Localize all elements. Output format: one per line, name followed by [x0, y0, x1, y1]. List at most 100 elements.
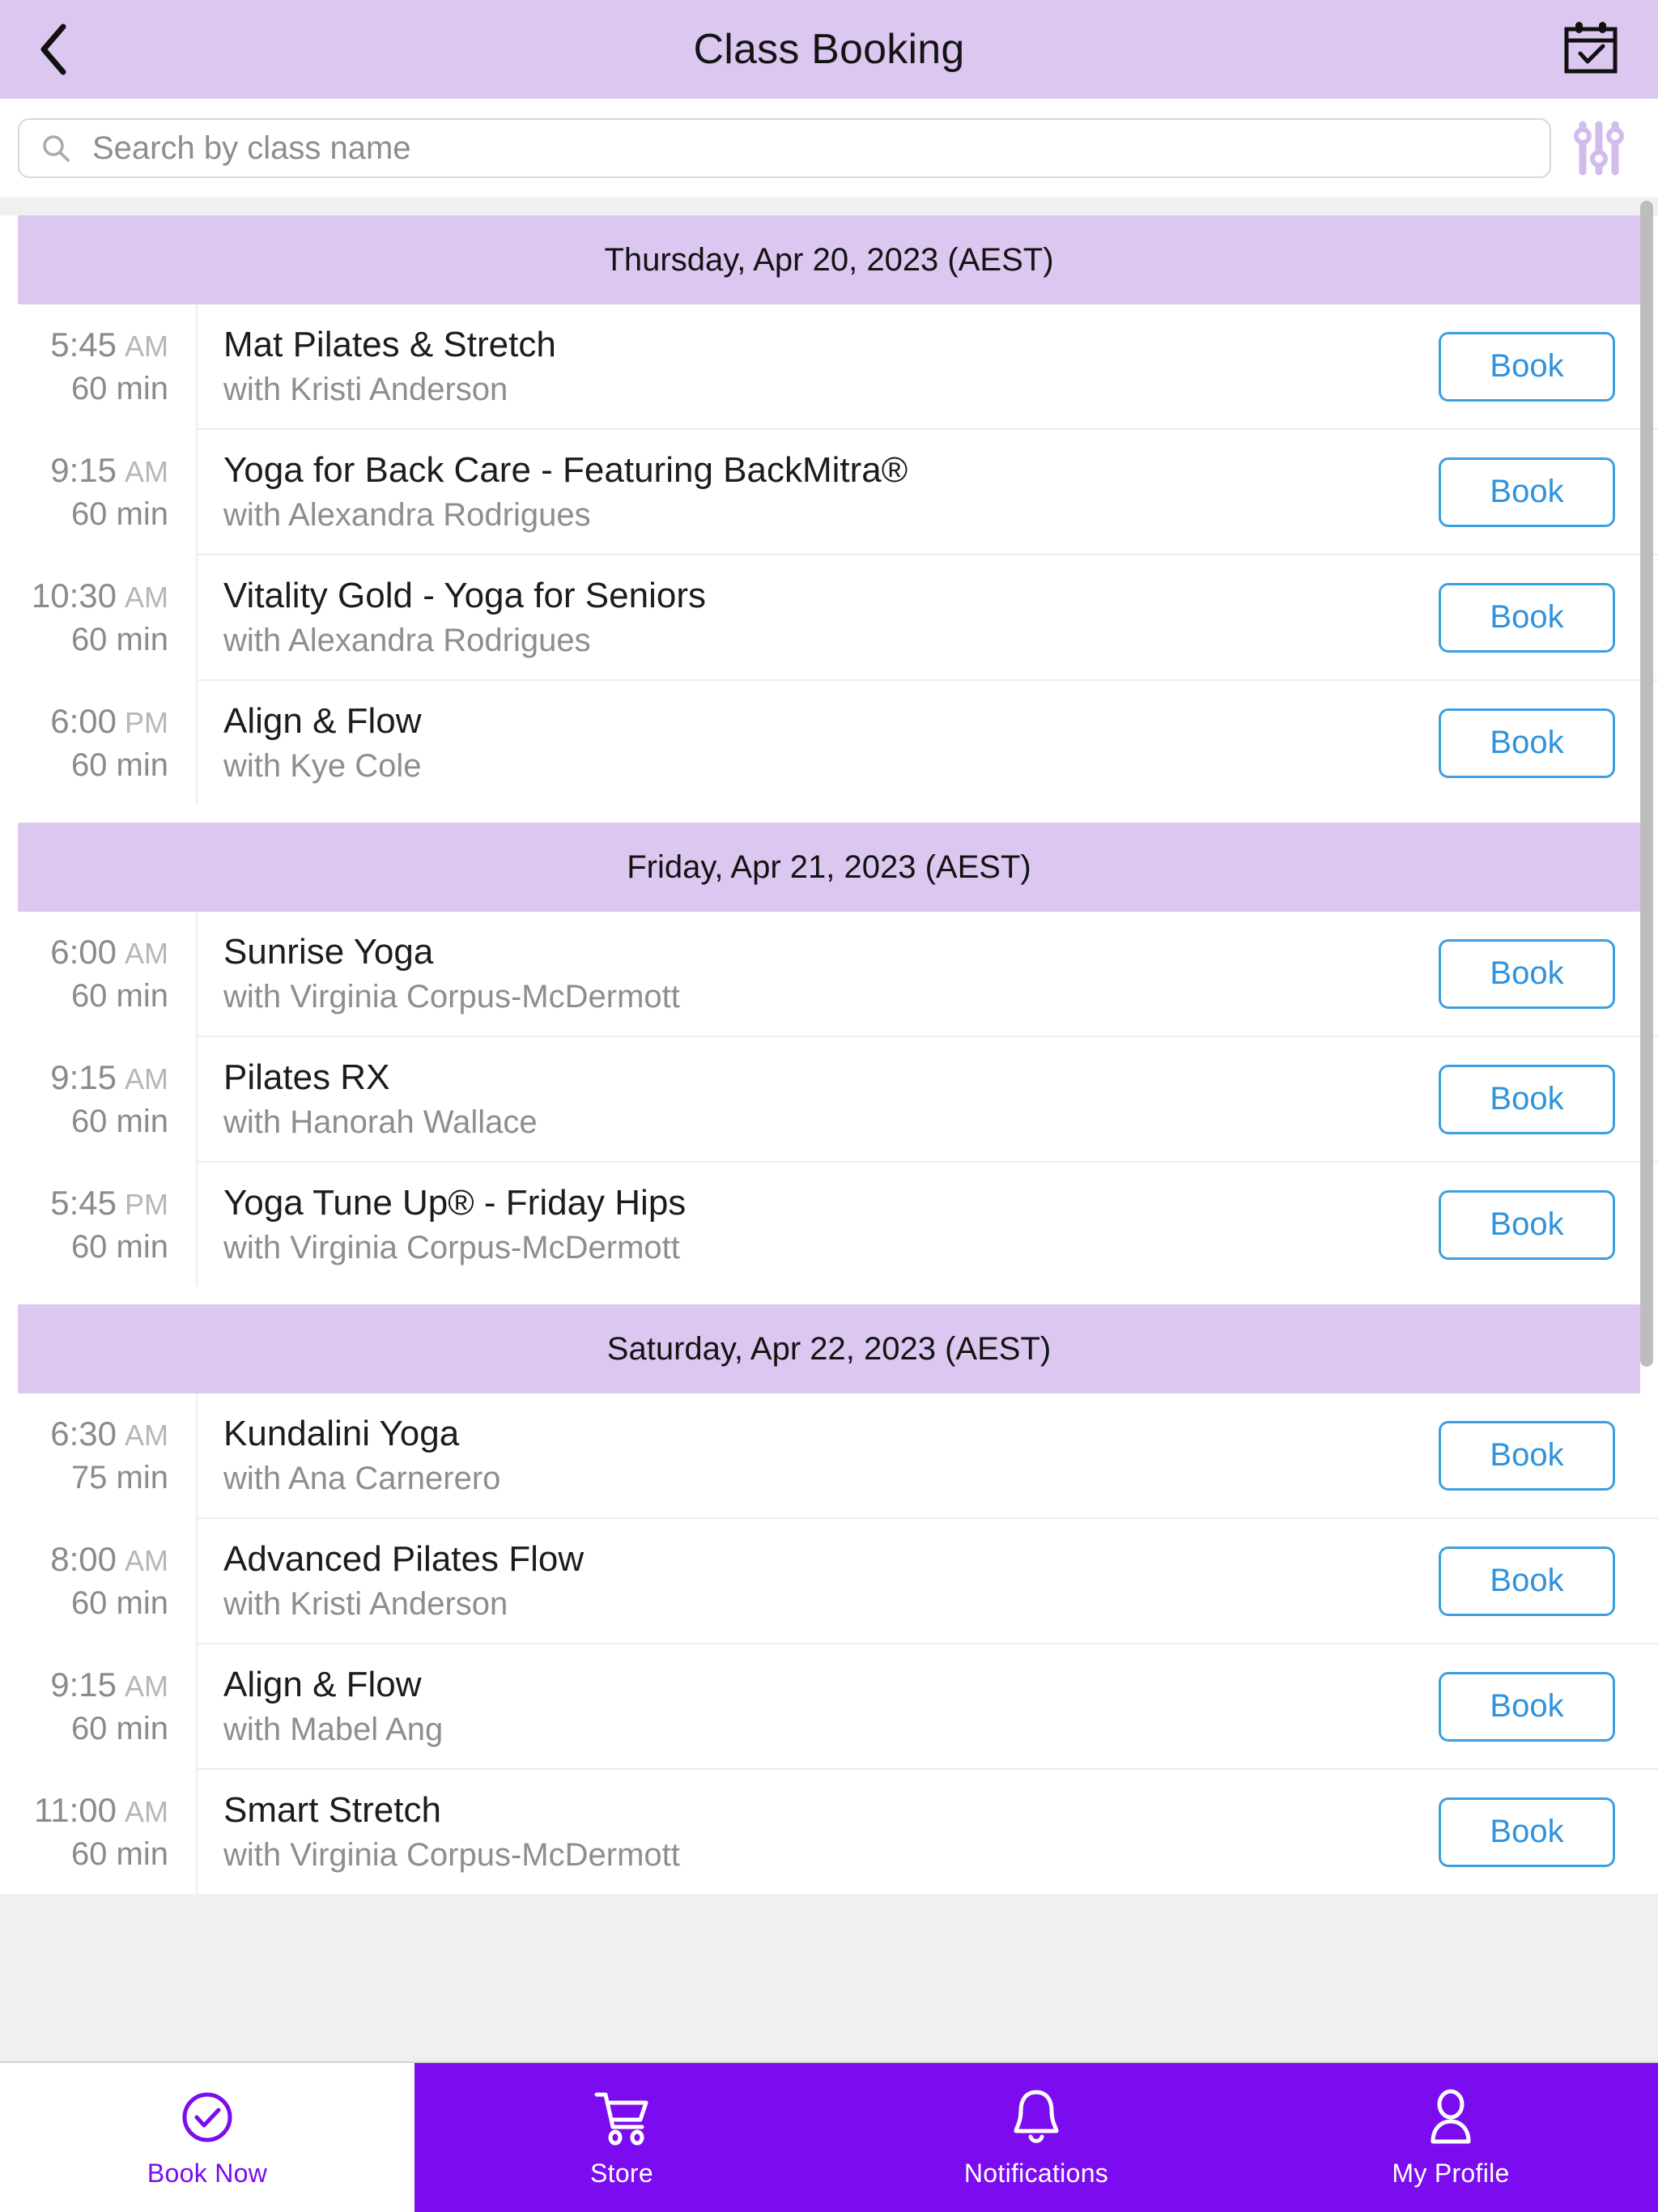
class-time-column: 6:30 AM 75 min [0, 1393, 196, 1517]
class-time-value: 9:15 [50, 1058, 117, 1096]
class-duration: 60 min [70, 371, 168, 406]
class-instructor: with Alexandra Rodrigues [223, 496, 591, 533]
day-header-label: Thursday, Apr 20, 2023 (AEST) [604, 241, 1054, 278]
class-name: Vitality Gold - Yoga for Seniors [223, 576, 706, 616]
class-time-column: 5:45 PM 60 min [0, 1163, 196, 1287]
search-row: Search by class name [0, 99, 1658, 198]
nav-item-label: Store [590, 2158, 653, 2188]
class-action-column: Book [1415, 1037, 1658, 1161]
nav-item-store[interactable]: Store [414, 2063, 829, 2212]
class-info-column: Pilates RX with Hanorah Wallace [196, 1037, 1415, 1161]
book-button[interactable]: Book [1439, 1420, 1615, 1491]
book-button[interactable]: Book [1439, 582, 1615, 653]
book-button[interactable]: Book [1439, 457, 1615, 527]
search-icon [43, 135, 70, 162]
class-time-column: 6:00 AM 60 min [0, 912, 196, 1036]
class-list: Thursday, Apr 20, 2023 (AEST) 5:45 AM 60 mi… [0, 215, 1658, 1894]
nav-item-notifications[interactable]: Notifications [829, 2063, 1244, 2212]
class-instructor: with Ana Carnerero [223, 1460, 501, 1496]
class-time-meridiem: PM [125, 706, 168, 739]
class-row[interactable]: 10:30 AM 60 min Vitality Gold - Yoga for Se… [0, 555, 1658, 679]
class-instructor: with Kristi Anderson [223, 371, 508, 407]
class-name: Pilates RX [223, 1057, 390, 1098]
book-button[interactable]: Book [1439, 1671, 1615, 1742]
app-header: Class Booking [0, 0, 1658, 99]
class-name: Kundalini Yoga [223, 1414, 460, 1454]
app-screen: Class Booking Search by class name Thurs… [0, 0, 1658, 2212]
class-row[interactable]: 9:15 AM 60 min Yoga for Back Care - Featuri… [0, 430, 1658, 554]
class-start-time: 11:00 AM [0, 1791, 168, 1830]
class-list-scroll-area[interactable]: Thursday, Apr 20, 2023 (AEST) 5:45 AM 60 mi… [0, 198, 1658, 2061]
class-time-meridiem: AM [125, 330, 168, 363]
calendar-check-icon [1564, 22, 1618, 74]
class-time-meridiem: AM [125, 581, 168, 614]
book-button[interactable]: Book [1439, 1546, 1615, 1616]
class-row[interactable]: 6:00 PM 60 min Align & Flow with Kye Cole Boo… [0, 681, 1658, 805]
nav-item-book-now[interactable]: Book Now [0, 2063, 414, 2212]
class-name: Align & Flow [223, 701, 422, 742]
class-name: Sunrise Yoga [223, 932, 434, 972]
class-duration: 60 min [70, 1836, 168, 1872]
calendar-button[interactable] [1546, 0, 1635, 99]
class-row[interactable]: 5:45 AM 60 min Mat Pilates & Stretch with Kr… [0, 304, 1658, 428]
book-button[interactable]: Book [1439, 1797, 1615, 1867]
class-duration: 60 min [70, 622, 168, 657]
class-duration: 60 min [70, 496, 168, 532]
day-header: Saturday, Apr 22, 2023 (AEST) [18, 1304, 1640, 1393]
class-row[interactable]: 6:30 AM 75 min Kundalini Yoga with Ana Carne… [0, 1393, 1658, 1517]
class-name: Yoga for Back Care - Featuring BackMitra… [223, 450, 908, 491]
filter-button[interactable] [1551, 108, 1647, 189]
class-time-column: 6:00 PM 60 min [0, 681, 196, 805]
class-row[interactable]: 11:00 AM 60 min Smart Stretch with Virginia … [0, 1770, 1658, 1894]
class-time-value: 6:30 [50, 1414, 117, 1453]
class-action-column: Book [1415, 1519, 1658, 1643]
class-name: Advanced Pilates Flow [223, 1539, 585, 1580]
class-info-column: Align & Flow with Kye Cole [196, 681, 1415, 805]
class-info-column: Yoga for Back Care - Featuring BackMitra… [196, 430, 1415, 554]
search-input[interactable]: Search by class name [18, 118, 1551, 178]
class-time-column: 8:00 AM 60 min [0, 1519, 196, 1643]
book-button[interactable]: Book [1439, 331, 1615, 402]
class-duration: 60 min [70, 747, 168, 783]
class-time-column: 9:15 AM 60 min [0, 1037, 196, 1161]
class-row[interactable]: 9:15 AM 60 min Align & Flow with Mabel Ang Bo… [0, 1644, 1658, 1768]
user-icon [1424, 2087, 1477, 2147]
class-row[interactable]: 6:00 AM 60 min Sunrise Yoga with Virginia Co… [0, 912, 1658, 1036]
class-info-column: Advanced Pilates Flow with Kristi Anderso… [196, 1519, 1415, 1643]
class-info-column: Sunrise Yoga with Virginia Corpus-McDermo… [196, 912, 1415, 1036]
book-button[interactable]: Book [1439, 938, 1615, 1009]
class-row[interactable]: 9:15 AM 60 min Pilates RX with Hanorah Walla… [0, 1037, 1658, 1161]
back-button[interactable] [15, 0, 92, 99]
class-action-column: Book [1415, 1393, 1658, 1517]
class-instructor: with Virginia Corpus-McDermott [223, 1229, 680, 1266]
class-row[interactable]: 8:00 AM 60 min Advanced Pilates Flow with Kr… [0, 1519, 1658, 1643]
class-time-meridiem: AM [125, 937, 168, 970]
class-info-column: Kundalini Yoga with Ana Carnerero [196, 1393, 1415, 1517]
class-time-meridiem: AM [125, 1062, 168, 1095]
class-time-meridiem: AM [125, 1544, 168, 1577]
class-time-meridiem: AM [125, 1670, 168, 1703]
class-duration: 60 min [70, 1711, 168, 1746]
class-time-column: 5:45 AM 60 min [0, 304, 196, 428]
class-row[interactable]: 5:45 PM 60 min Yoga Tune Up® - Friday Hips w… [0, 1163, 1658, 1287]
search-placeholder: Search by class name [92, 130, 411, 166]
nav-item-my-profile[interactable]: My Profile [1244, 2063, 1658, 2212]
class-duration: 60 min [70, 1104, 168, 1139]
book-button[interactable]: Book [1439, 1064, 1615, 1134]
vertical-scrollbar[interactable] [1640, 201, 1653, 1367]
day-header-label: Friday, Apr 21, 2023 (AEST) [627, 849, 1031, 885]
book-button[interactable]: Book [1439, 708, 1615, 778]
class-info-column: Mat Pilates & Stretch with Kristi Anderso… [196, 304, 1415, 428]
book-button[interactable]: Book [1439, 1189, 1615, 1260]
class-action-column: Book [1415, 304, 1658, 428]
class-time-value: 6:00 [50, 702, 117, 740]
class-instructor: with Kristi Anderson [223, 1585, 508, 1622]
class-instructor: with Alexandra Rodrigues [223, 622, 591, 658]
class-time-meridiem: PM [125, 1188, 168, 1221]
class-action-column: Book [1415, 1644, 1658, 1768]
day-header: Friday, Apr 21, 2023 (AEST) [18, 823, 1640, 912]
class-time-value: 6:00 [50, 933, 117, 971]
class-time-column: 9:15 AM 60 min [0, 1644, 196, 1768]
class-time-meridiem: AM [125, 455, 168, 488]
class-instructor: with Virginia Corpus-McDermott [223, 1836, 680, 1873]
